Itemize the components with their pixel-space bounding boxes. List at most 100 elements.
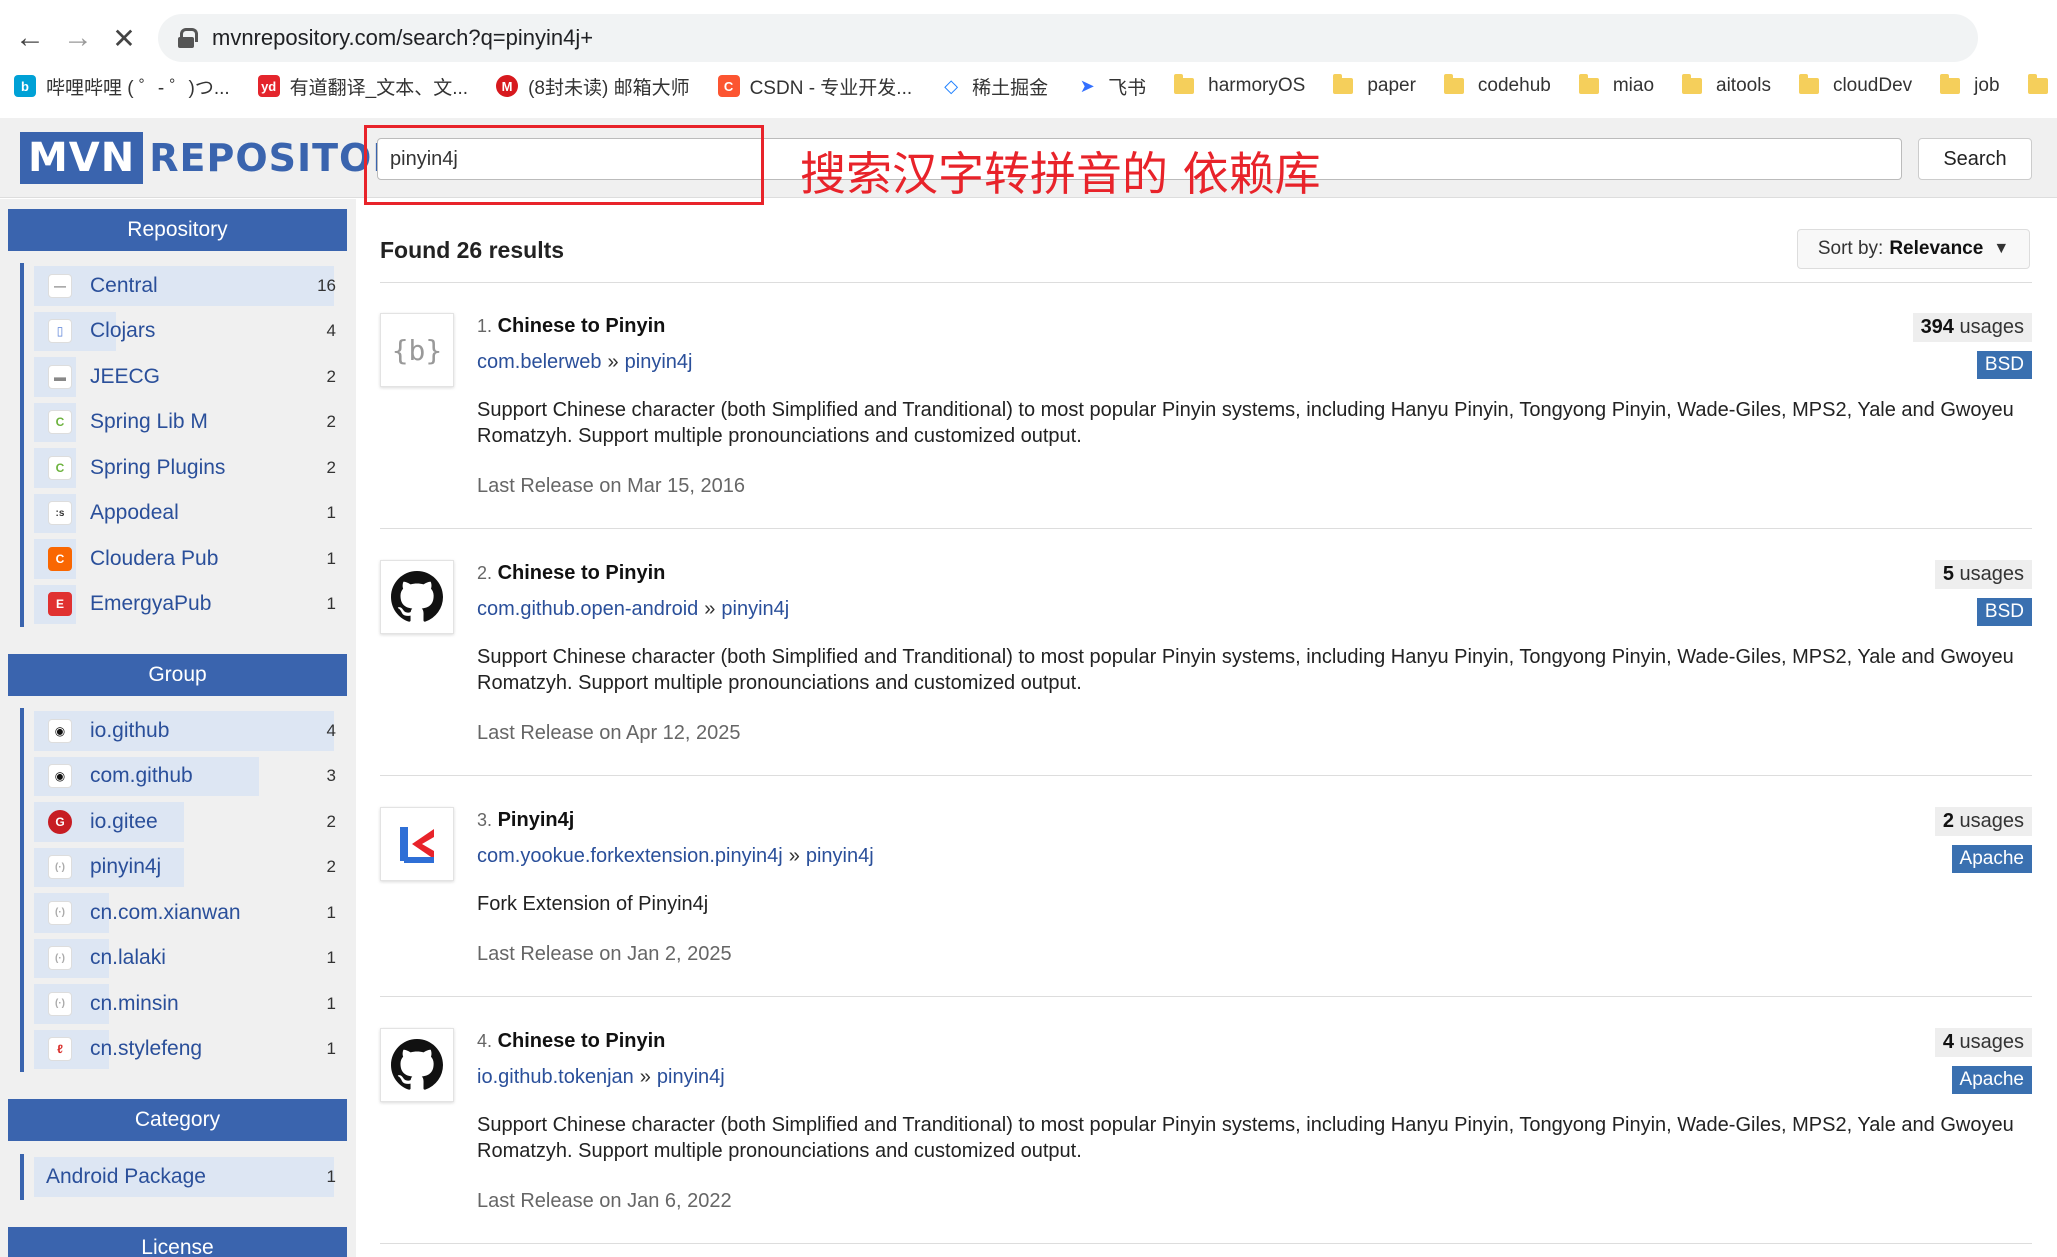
sort-value: Relevance: [1889, 238, 1984, 259]
folder-icon: [1940, 74, 1961, 94]
sidebar-item-spring-lib-m[interactable]: C Spring Lib M 2: [24, 400, 338, 446]
result-last-release: Last Release on Apr 12, 2025: [477, 722, 741, 744]
bookmark-label: codehub: [1477, 75, 1551, 96]
bookmark-folder-harmoryos[interactable]: harmoryOS: [1174, 74, 1305, 97]
bookmark-bilibili[interactable]: b 哔哩哔哩 ( ゜- ゜)つ...: [14, 73, 230, 100]
result-artifact-link[interactable]: pinyin4j: [657, 1066, 725, 1088]
caret-down-icon: ▼: [1993, 240, 2010, 257]
logo-mvn: MVN: [20, 132, 144, 184]
bookmark-feishu[interactable]: ➤ 飞书: [1076, 73, 1147, 100]
sidebar-item-com-github[interactable]: ◉ com.github 3: [24, 754, 338, 800]
sidebar-item-cn-lalaki[interactable]: (·) cn.lalaki 1: [24, 936, 338, 982]
results-count: Found 26 results: [380, 237, 565, 263]
result-group-link[interactable]: com.github.open-android: [477, 598, 698, 620]
sidebar-item-count: 2: [326, 457, 336, 477]
sidebar-item-count: 1: [326, 503, 336, 523]
result-title[interactable]: Chinese to Pinyin: [498, 1030, 666, 1052]
sidebar-item-emergyapub[interactable]: E EmergyaPub 1: [24, 582, 338, 628]
result-title[interactable]: Chinese to Pinyin: [498, 562, 666, 584]
bookmark-folder-c[interactable]: c: [2027, 74, 2057, 97]
result-last-release: Last Release on Jan 6, 2022: [477, 1190, 732, 1212]
sidebar-item-io-github[interactable]: ◉ io.github 4: [24, 708, 338, 754]
yookue-icon[interactable]: [380, 807, 454, 881]
sidebar-item-cn-minsin[interactable]: (·) cn.minsin 1: [24, 981, 338, 1027]
stop-loading-button[interactable]: ✕: [104, 18, 144, 58]
sidebar-item-jeecg[interactable]: ▬ JEECG 2: [24, 354, 338, 400]
sidebar-item-cloudera-pub[interactable]: C Cloudera Pub 1: [24, 536, 338, 582]
sidebar-item-label: Spring Lib M: [90, 410, 208, 434]
github-icon[interactable]: [380, 1028, 454, 1102]
spring-icon: C: [48, 455, 72, 480]
usages-badge: 5 usages: [1934, 560, 2032, 589]
back-button[interactable]: ←: [10, 18, 50, 58]
result-group-link[interactable]: com.belerweb: [477, 351, 602, 373]
result-artifact-link[interactable]: pinyin4j: [806, 845, 874, 867]
sidebar-item-central[interactable]: — Central 16: [24, 263, 338, 309]
bookmark-youdao[interactable]: yd 有道翻译_文本、文...: [257, 73, 469, 100]
usages-badge: 394 usages: [1912, 313, 2032, 342]
address-bar[interactable]: mvnrepository.com/search?q=pinyin4j+: [158, 14, 1978, 62]
sidebar: Repository — Central 16 ▯ Clojars 4 ▬ JEECG 2 …: [0, 199, 356, 1257]
sidebar-item-count: 4: [326, 720, 336, 740]
result-artifact-link[interactable]: pinyin4j: [721, 598, 789, 620]
sidebar-item-label: Cloudera Pub: [90, 546, 219, 570]
sidebar-item-label: cn.minsin: [90, 991, 179, 1015]
bookmark-folder-clouddev[interactable]: cloudDev: [1798, 74, 1912, 97]
divider: [380, 282, 2032, 283]
sidebar-item-android-package[interactable]: Android Package 1: [24, 1154, 338, 1200]
result-group-link[interactable]: com.yookue.forkextension.pinyin4j: [477, 845, 783, 867]
bookmark-folder-codehub[interactable]: codehub: [1443, 74, 1551, 97]
generic-artifact-icon: (·): [48, 855, 72, 880]
search-button[interactable]: Search: [1918, 138, 2032, 180]
clojars-icon: ▯: [48, 319, 72, 344]
sidebar-item-cn-stylefeng[interactable]: ℓ cn.stylefeng 1: [24, 1027, 338, 1073]
spring-icon: C: [48, 410, 72, 435]
divider: [380, 775, 2032, 776]
result-description: Support Chinese character (both Simplifi…: [477, 1114, 2014, 1162]
generic-artifact-icon: (·): [48, 991, 72, 1016]
result-item: 2. Chinese to Pinyin com.github.open-and…: [380, 560, 2032, 780]
browser-chrome: ← → ✕ mvnrepository.com/search?q=pinyin4…: [0, 0, 2057, 118]
usages-badge: 4 usages: [1934, 1028, 2032, 1057]
result-artifact-link[interactable]: pinyin4j: [625, 351, 693, 373]
group-list: ◉ io.github 4 ◉ com.github 3 Gio.gitee 2 (·) p…: [20, 708, 338, 1072]
csdn-icon: C: [717, 75, 740, 97]
sidebar-item-count: 1: [326, 948, 336, 968]
folder-icon: [1174, 74, 1195, 94]
license-badge: Apache: [1951, 1066, 2032, 1094]
bookmark-label: miao: [1612, 75, 1655, 96]
result-group-link[interactable]: io.github.tokenjan: [477, 1066, 634, 1088]
folder-icon: [1798, 74, 1819, 94]
sort-dropdown[interactable]: Sort by: Relevance ▼: [1797, 229, 2030, 269]
bookmark-folder-paper[interactable]: paper: [1333, 74, 1416, 97]
bookmark-label: 飞书: [1108, 77, 1147, 99]
bookmark-folder-job[interactable]: job: [1940, 74, 2000, 97]
sidebar-item-clojars[interactable]: ▯ Clojars 4: [24, 309, 338, 355]
sidebar-item-pinyin4j[interactable]: (·) pinyin4j 2: [24, 845, 338, 891]
result-last-release: Last Release on Jan 2, 2025: [477, 943, 732, 965]
sidebar-item-appodeal[interactable]: :s Appodeal 1: [24, 491, 338, 537]
sidebar-item-count: 16: [317, 275, 336, 295]
sidebar-item-count: 2: [326, 811, 336, 831]
arrow-left-icon: ←: [15, 21, 45, 54]
bookmark-juejin[interactable]: ◇ 稀土掘金: [940, 73, 1048, 100]
bookmark-mail-master[interactable]: M (8封未读) 邮箱大师: [496, 73, 690, 100]
result-title[interactable]: Chinese to Pinyin: [498, 315, 666, 337]
braces-icon[interactable]: {b}: [380, 313, 454, 387]
sidebar-item-label: Appodeal: [90, 501, 179, 525]
bookmark-label: 有道翻译_文本、文...: [289, 77, 469, 99]
sidebar-item-spring-plugins[interactable]: C Spring Plugins 2: [24, 445, 338, 491]
usages-count: 394: [1920, 316, 1954, 338]
bookmark-folder-aitools[interactable]: aitools: [1682, 74, 1771, 97]
stylefeng-icon: ℓ: [48, 1037, 72, 1062]
github-icon[interactable]: [380, 560, 454, 634]
sidebar-item-cn-com-xianwan[interactable]: (·) cn.com.xianwan 1: [24, 890, 338, 936]
bookmark-csdn[interactable]: C CSDN - 专业开发...: [717, 73, 912, 100]
forward-button[interactable]: →: [58, 18, 98, 58]
sidebar-heading-category: Category: [8, 1099, 347, 1141]
sidebar-item-count: 3: [326, 766, 336, 786]
sidebar-item-io-gitee[interactable]: Gio.gitee 2: [24, 799, 338, 845]
result-title[interactable]: Pinyin4j: [498, 809, 575, 831]
github-icon: ◉: [48, 764, 72, 789]
bookmark-folder-miao[interactable]: miao: [1578, 74, 1655, 97]
